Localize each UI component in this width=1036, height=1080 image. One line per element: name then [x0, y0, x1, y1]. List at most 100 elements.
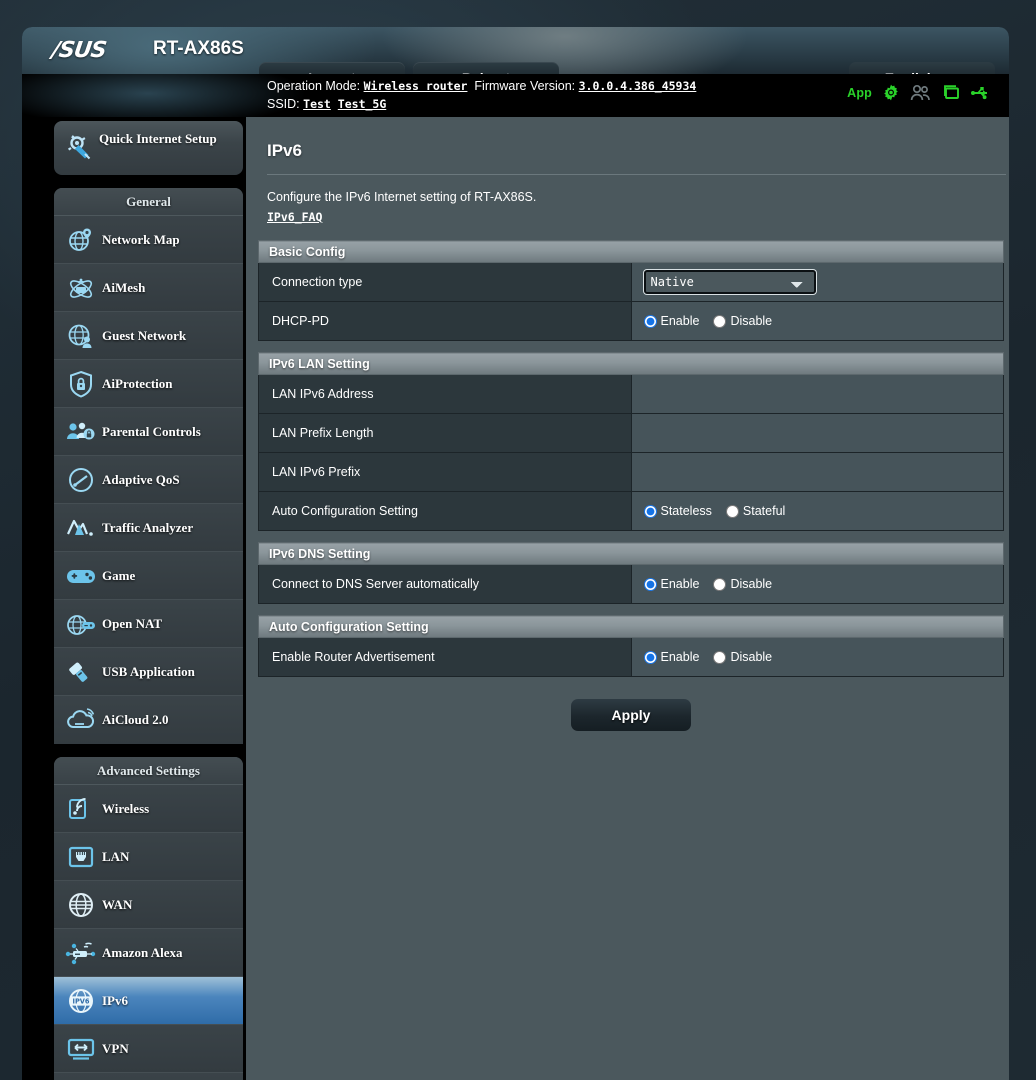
sidebar-item-vpn[interactable]: VPN	[54, 1025, 243, 1073]
ssid-line: SSID: Test Test_5G	[267, 97, 386, 111]
quick-internet-setup-button[interactable]: Quick Internet Setup	[54, 121, 243, 175]
gauge-icon	[64, 463, 98, 497]
table-row: LAN Prefix Length	[259, 414, 1004, 453]
amazon-alexa-icon	[64, 936, 98, 970]
sidebar-item-usb-application[interactable]: USB Application	[54, 648, 243, 696]
cloud-icon	[64, 703, 98, 737]
ssid-label: SSID:	[267, 97, 300, 111]
sidebar-item-wireless[interactable]: Wireless	[54, 785, 243, 833]
sidebar-item-label: AiCloud 2.0	[102, 712, 168, 728]
apply-button[interactable]: Apply	[571, 699, 691, 731]
stateless-radio[interactable]	[644, 505, 657, 518]
shield-lock-icon	[64, 367, 98, 401]
sidebar-item-label: Parental Controls	[102, 424, 201, 440]
row-label: Connection type	[259, 263, 632, 302]
row-value: Native	[631, 263, 1004, 302]
radio-stateful[interactable]: Stateful	[726, 504, 785, 518]
dns-disable-radio[interactable]	[713, 578, 726, 591]
radio-label: Disable	[730, 314, 772, 328]
sidebar-item-label: IPv6	[102, 993, 128, 1009]
page-title: IPv6	[255, 117, 1009, 174]
sidebar-item-traffic-analyzer[interactable]: Traffic Analyzer	[54, 504, 243, 552]
sidebar-item-game[interactable]: Game	[54, 552, 243, 600]
sidebar-item-amazon-alexa[interactable]: Amazon Alexa	[54, 929, 243, 977]
usb-icon[interactable]	[970, 84, 992, 102]
sidebar-item-guest-network[interactable]: Guest Network	[54, 312, 243, 360]
sidebar-item-label: VPN	[102, 1041, 129, 1057]
operation-mode-value[interactable]: Wireless router	[364, 79, 468, 93]
radio-label: Enable	[661, 314, 700, 328]
ssid-value-2g[interactable]: Test	[303, 97, 331, 111]
dhcp-pd-disable-radio[interactable]	[713, 315, 726, 328]
radio-enable[interactable]: Enable	[644, 577, 700, 591]
sidebar-item-open-nat[interactable]: Open NAT	[54, 600, 243, 648]
radio-disable[interactable]: Disable	[713, 314, 772, 328]
row-label: Connect to DNS Server automatically	[259, 565, 632, 604]
users-icon[interactable]	[910, 84, 932, 102]
ssid-value-5g[interactable]: Test_5G	[338, 97, 386, 111]
sidebar-item-label: AiProtection	[102, 376, 173, 392]
section-auto-configuration-setting: Auto Configuration Setting Enable Router…	[258, 615, 1004, 677]
reboot-button[interactable]: Reboot	[413, 62, 559, 74]
app-label[interactable]: App	[847, 86, 872, 100]
radio-disable[interactable]: Disable	[713, 577, 772, 591]
sidebar-item-lan[interactable]: LAN	[54, 833, 243, 881]
sidebar-item-wan[interactable]: WAN	[54, 881, 243, 929]
monitor-icon[interactable]	[941, 84, 961, 102]
gear-icon[interactable]	[881, 83, 901, 103]
table-row: Auto Configuration Setting Stateless Sta…	[259, 492, 1004, 531]
ipv6-icon: IPV6	[64, 984, 98, 1018]
globe-icon	[64, 888, 98, 922]
radio-label: Stateful	[743, 504, 785, 518]
sidebar-item-label: Game	[102, 568, 135, 584]
section-title: Auto Configuration Setting	[259, 616, 1004, 638]
operation-mode-line: Operation Mode: Wireless router Firmware…	[267, 79, 696, 93]
sidebar-item-aicloud[interactable]: AiCloud 2.0	[54, 696, 243, 744]
operation-mode-label: Operation Mode:	[267, 79, 360, 93]
router-advertisement-radio-group: Enable Disable	[644, 650, 1004, 664]
sidebar-item-firewall[interactable]: Firewall	[54, 1073, 243, 1080]
sidebar-item-network-map[interactable]: Network Map	[54, 216, 243, 264]
sidebar-item-adaptive-qos[interactable]: Adaptive QoS	[54, 456, 243, 504]
sidebar-item-parental-controls[interactable]: Parental Controls	[54, 408, 243, 456]
radio-label: Stateless	[661, 504, 712, 518]
connection-type-select[interactable]: Native	[644, 270, 816, 294]
section-title: Basic Config	[259, 241, 1004, 263]
table-row: LAN IPv6 Prefix	[259, 453, 1004, 492]
sidebar-item-label: Traffic Analyzer	[102, 520, 193, 536]
aimesh-icon	[64, 271, 98, 305]
dns-auto-radio-group: Enable Disable	[644, 577, 1004, 591]
row-label: LAN Prefix Length	[259, 414, 632, 453]
radio-disable[interactable]: Disable	[713, 650, 772, 664]
gamepad-icon	[64, 559, 98, 593]
sidebar-item-label: Adaptive QoS	[102, 472, 180, 488]
sidebar-item-label: WAN	[102, 897, 132, 913]
sidebar-item-label: AiMesh	[102, 280, 145, 296]
dhcp-pd-enable-radio[interactable]	[644, 315, 657, 328]
sidebar-item-label: Network Map	[102, 232, 180, 248]
radio-enable[interactable]: Enable	[644, 314, 700, 328]
radio-stateless[interactable]: Stateless	[644, 504, 712, 518]
quick-setup-label: Quick Internet Setup	[99, 130, 229, 147]
sidebar-group-title-general: General	[54, 188, 243, 216]
sidebar-item-aiprotection[interactable]: AiProtection	[54, 360, 243, 408]
logout-button[interactable]: Logout	[259, 62, 405, 74]
dns-enable-radio[interactable]	[644, 578, 657, 591]
ra-disable-radio[interactable]	[713, 651, 726, 664]
table-row: LAN IPv6 Address	[259, 375, 1004, 414]
lan-port-icon	[64, 840, 98, 874]
dhcp-pd-radio-group: Enable Disable	[644, 314, 1004, 328]
language-selector[interactable]: English	[849, 62, 995, 74]
sidebar-group-advanced: Advanced Settings Wireless	[54, 757, 243, 1080]
ipv6-faq-link[interactable]: IPv6_FAQ	[267, 210, 322, 224]
stateful-radio[interactable]	[726, 505, 739, 518]
table-row: DHCP-PD Enable Disable	[259, 302, 1004, 341]
ra-enable-radio[interactable]	[644, 651, 657, 664]
guest-network-icon	[64, 319, 98, 353]
row-value: Enable Disable	[631, 638, 1004, 677]
sidebar-item-ipv6[interactable]: IPV6 IPv6	[54, 977, 243, 1025]
firmware-version-value[interactable]: 3.0.0.4.386_45934	[579, 79, 697, 93]
quick-setup-icon	[64, 131, 98, 165]
sidebar-item-aimesh[interactable]: AiMesh	[54, 264, 243, 312]
radio-enable[interactable]: Enable	[644, 650, 700, 664]
